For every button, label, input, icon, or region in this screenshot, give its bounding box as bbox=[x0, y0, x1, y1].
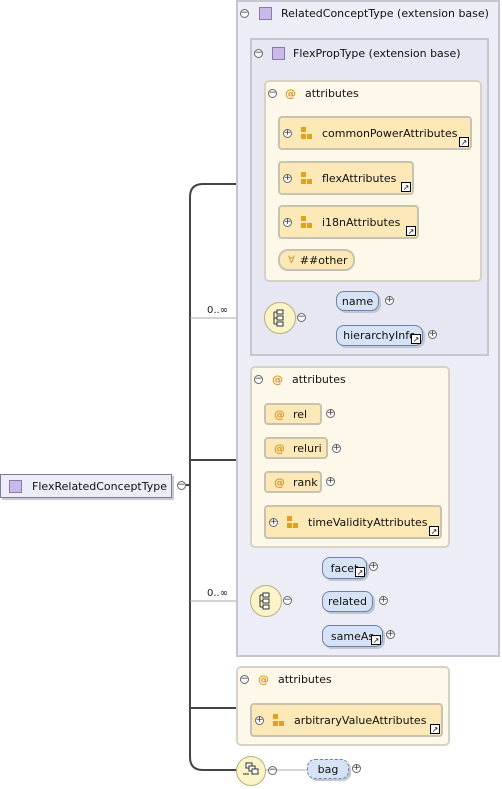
attribute-icon: @ bbox=[274, 407, 285, 421]
expand-toggle[interactable]: + bbox=[352, 764, 361, 773]
reference-link-icon[interactable]: ↗ bbox=[406, 226, 416, 236]
related-concept-label: RelatedConceptType (extension base) bbox=[281, 7, 489, 20]
related-concept-header: − RelatedConceptType (extension base) bbox=[240, 7, 489, 20]
attribute-label: rel bbox=[293, 407, 308, 421]
expand-toggle[interactable]: + bbox=[386, 630, 395, 639]
attribute-rel[interactable]: @ rel bbox=[264, 403, 322, 425]
attribute-label: reluri bbox=[293, 441, 322, 455]
collapse-toggle-related-concept[interactable]: − bbox=[240, 9, 249, 18]
expand-toggle[interactable]: + bbox=[255, 715, 264, 725]
reference-link-icon[interactable]: ↗ bbox=[371, 635, 381, 645]
attributes-label: attributes bbox=[305, 87, 359, 100]
element-related[interactable]: related bbox=[322, 591, 373, 612]
expand-toggle[interactable]: + bbox=[283, 128, 292, 138]
flexprop-label: FlexPropType (extension base) bbox=[293, 47, 461, 60]
collapse-toggle-bag[interactable]: − bbox=[268, 766, 277, 775]
attribute-group-i18n[interactable]: + i18nAttributes ↗ bbox=[278, 205, 419, 239]
collapse-toggle-attributes[interactable]: − bbox=[240, 675, 249, 684]
collapse-toggle-sequence[interactable]: − bbox=[283, 596, 292, 605]
reference-link-icon[interactable]: ↗ bbox=[401, 182, 411, 192]
any-attribute-label: ##other bbox=[299, 253, 348, 267]
any-attribute-other[interactable]: ∀ ##other bbox=[278, 249, 355, 271]
expand-toggle[interactable]: + bbox=[326, 409, 335, 418]
attribute-icon: @ bbox=[274, 441, 285, 455]
element-label: hierarchyInfo bbox=[343, 329, 416, 342]
choice-compositor-icon[interactable] bbox=[236, 756, 266, 786]
collapse-toggle-sequence[interactable]: − bbox=[297, 313, 306, 322]
attribute-group-icon bbox=[273, 714, 284, 726]
element-label: bag bbox=[317, 762, 339, 776]
root-type-box[interactable]: FlexRelatedConceptType bbox=[0, 474, 172, 498]
attribute-label: rank bbox=[293, 475, 318, 489]
attribute-reluri[interactable]: @ reluri bbox=[264, 437, 328, 459]
complex-type-icon bbox=[259, 7, 272, 20]
flexprop-header: − FlexPropType (extension base) bbox=[254, 47, 461, 60]
attribute-group-icon bbox=[301, 216, 312, 228]
attribute-rank[interactable]: @ rank bbox=[264, 471, 322, 493]
any-attribute-icon: ∀ bbox=[288, 254, 295, 266]
related-attributes-header: − @ attributes bbox=[254, 373, 346, 386]
collapse-toggle-flexprop[interactable]: − bbox=[254, 49, 263, 58]
element-label: name bbox=[341, 294, 374, 308]
element-sameas[interactable]: sameAs ↗ bbox=[322, 625, 383, 647]
expand-toggle[interactable]: + bbox=[332, 444, 341, 453]
element-label: sameAs bbox=[330, 629, 375, 643]
reference-link-icon[interactable]: ↗ bbox=[411, 334, 421, 344]
complex-type-icon bbox=[9, 479, 22, 493]
expand-toggle[interactable]: + bbox=[428, 330, 437, 339]
expand-toggle[interactable]: + bbox=[283, 173, 292, 183]
attribute-group-time-validity[interactable]: + timeValidityAttributes ↗ bbox=[264, 505, 442, 539]
expand-toggle[interactable]: + bbox=[369, 562, 378, 571]
element-name[interactable]: name bbox=[336, 291, 379, 311]
flexprop-attributes-header: − @ attributes bbox=[268, 87, 359, 100]
expand-toggle[interactable]: + bbox=[283, 217, 292, 227]
collapse-toggle-attributes[interactable]: − bbox=[254, 375, 263, 384]
expand-toggle[interactable]: + bbox=[385, 296, 394, 305]
attribute-group-icon bbox=[301, 172, 312, 184]
attribute-group-common-power[interactable]: + commonPowerAttributes ↗ bbox=[278, 116, 472, 150]
group-label: i18nAttributes bbox=[322, 215, 401, 229]
attribute-icon: @ bbox=[258, 673, 269, 686]
sequence-compositor-icon[interactable] bbox=[250, 585, 282, 617]
sequence-compositor-icon[interactable] bbox=[264, 302, 296, 334]
group-label: flexAttributes bbox=[322, 171, 397, 185]
expand-toggle[interactable]: + bbox=[269, 517, 278, 527]
group-label: arbitraryValueAttributes bbox=[294, 713, 427, 727]
attribute-group-icon bbox=[287, 516, 298, 528]
expand-toggle[interactable]: + bbox=[379, 596, 388, 605]
reference-link-icon[interactable]: ↗ bbox=[430, 724, 440, 734]
element-hierarchyinfo[interactable]: hierarchyInfo ↗ bbox=[336, 325, 423, 346]
reference-link-icon[interactable]: ↗ bbox=[429, 526, 439, 536]
attribute-group-arbitrary-value[interactable]: + arbitraryValueAttributes ↗ bbox=[250, 703, 443, 737]
occurrence-label: 0..∞ bbox=[207, 305, 229, 316]
complex-type-icon bbox=[272, 47, 285, 60]
element-facet[interactable]: facet ↗ bbox=[322, 557, 367, 579]
attribute-group-flex[interactable]: + flexAttributes ↗ bbox=[278, 161, 414, 195]
occurrence-label: 0..∞ bbox=[207, 588, 229, 599]
attributes-label: attributes bbox=[278, 673, 332, 686]
expand-toggle[interactable]: + bbox=[326, 477, 335, 486]
reference-link-icon[interactable]: ↗ bbox=[355, 567, 365, 577]
attribute-icon: @ bbox=[285, 87, 296, 100]
root-type-label: FlexRelatedConceptType bbox=[32, 479, 168, 493]
attributes-label: attributes bbox=[292, 373, 346, 386]
group-label: commonPowerAttributes bbox=[322, 126, 458, 140]
attribute-group-icon bbox=[301, 127, 312, 139]
attribute-icon: @ bbox=[274, 475, 285, 489]
element-label: related bbox=[328, 595, 367, 608]
group-label: timeValidityAttributes bbox=[308, 515, 428, 529]
collapse-toggle-root[interactable]: − bbox=[177, 481, 186, 490]
reference-link-icon[interactable]: ↗ bbox=[459, 137, 469, 147]
collapse-toggle-attributes[interactable]: − bbox=[268, 89, 277, 98]
flex-attributes-header: − @ attributes bbox=[240, 673, 332, 686]
attribute-icon: @ bbox=[272, 373, 283, 386]
element-bag[interactable]: bag bbox=[307, 759, 349, 779]
